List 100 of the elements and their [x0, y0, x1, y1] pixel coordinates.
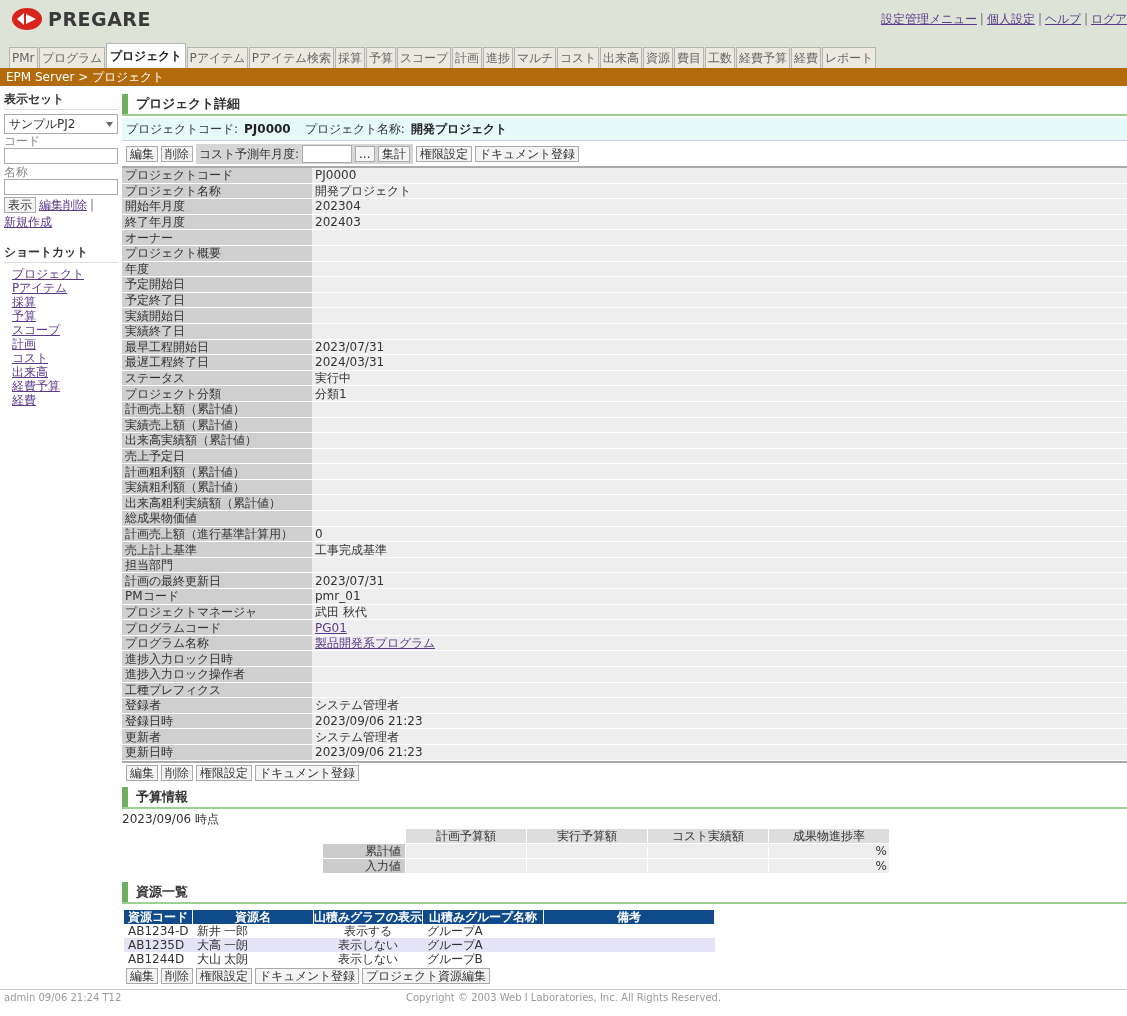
- action-button[interactable]: 削除: [161, 764, 193, 781]
- toolbar-button[interactable]: ドキュメント登録: [474, 146, 579, 162]
- field-value-cell: 分類1: [312, 386, 1127, 402]
- caret-icon: [106, 121, 113, 127]
- period-field[interactable]: [302, 145, 353, 163]
- column-header: 実行予算額: [527, 828, 647, 843]
- nav-tab[interactable]: プログラム: [38, 47, 105, 68]
- shortcut-link[interactable]: 採算: [12, 295, 36, 309]
- table-cell-text: AB1244D: [127, 951, 186, 966]
- shortcut-link[interactable]: 経費: [12, 393, 36, 407]
- logo-icon: [12, 8, 42, 30]
- table-cell-text: 大山 太朗: [195, 951, 250, 966]
- header-link[interactable]: 設定管理メニュー: [880, 12, 977, 26]
- nav-tab[interactable]: 計画: [452, 47, 483, 68]
- nav-tab[interactable]: プロジェクト: [105, 43, 186, 68]
- table-cell-text: 表示しない: [337, 951, 400, 966]
- table-cell: グループA: [422, 937, 544, 952]
- action-button[interactable]: プロジェクト資源編集: [362, 967, 490, 984]
- sidebar-heading: ショートカット: [4, 243, 118, 263]
- column-header: 備考: [543, 909, 715, 924]
- value-link[interactable]: PG01: [315, 620, 347, 635]
- field-value-cell: システム管理者: [312, 729, 1127, 745]
- value-link[interactable]: 製品開発系プログラム: [315, 636, 435, 651]
- field-name-cell: 実績開始日: [122, 308, 312, 324]
- field-name-cell: プロジェクト分類: [122, 386, 312, 402]
- shortcut-link[interactable]: 計画: [12, 337, 36, 351]
- nav-tab[interactable]: 資源: [643, 47, 674, 68]
- table-cell-text: 新井 一郎: [195, 923, 250, 938]
- info-label: プロジェクト名称:: [304, 122, 405, 136]
- field-name-cell: 計画の最終更新日: [122, 573, 312, 590]
- toolbar-button[interactable]: 削除: [161, 146, 193, 162]
- field-name-cell: オーナー: [122, 230, 312, 246]
- column-header: コスト実績額: [648, 828, 768, 843]
- sidebar-heading: 表示セット: [4, 90, 118, 110]
- field-name-cell: プロジェクトコード: [122, 168, 312, 184]
- nav-tab[interactable]: Pアイテム検索: [248, 47, 335, 68]
- action-button[interactable]: 削除: [161, 967, 193, 984]
- header-link[interactable]: 個人設定: [986, 12, 1035, 26]
- shortcut-link[interactable]: 予算: [12, 309, 36, 323]
- table-cell-text: AB1234-D: [127, 923, 190, 938]
- field-value-cell: pmr_01: [312, 589, 1127, 605]
- action-button[interactable]: 権限設定: [196, 967, 252, 984]
- nav-tab[interactable]: マルチ: [514, 47, 557, 68]
- action-button[interactable]: ドキュメント登録: [255, 764, 359, 781]
- shortcut-link[interactable]: コスト: [12, 351, 48, 365]
- action-button[interactable]: 権限設定: [196, 764, 252, 781]
- action-button[interactable]: 編集: [126, 764, 158, 781]
- picker-button[interactable]: ...: [355, 146, 375, 162]
- info-value: 開発プロジェクト: [410, 122, 507, 136]
- field-name-cell: 出来高実績額（累計値）: [122, 433, 312, 449]
- shortcut-link[interactable]: Pアイテム: [12, 281, 68, 295]
- nav-tab[interactable]: 費目: [674, 47, 705, 68]
- table-cell-text: グループA: [425, 923, 484, 938]
- field-name-cell: 出来高粗利実績額（累計値）: [122, 495, 312, 512]
- column-header: 成果物進捗率: [769, 828, 889, 843]
- nav-tab[interactable]: レポート: [822, 47, 877, 68]
- action-button[interactable]: ドキュメント登録: [255, 967, 359, 984]
- table-cell: 大高 一朗: [192, 937, 314, 952]
- status-text: admin 09/06 21:24 T12: [4, 991, 122, 1004]
- header-link[interactable]: ログア: [1091, 12, 1127, 26]
- header-link[interactable]: ヘルプ: [1044, 12, 1081, 26]
- nav-tab[interactable]: 予算: [366, 47, 397, 68]
- nav-tab[interactable]: コスト: [557, 47, 600, 68]
- nav-tab[interactable]: 採算: [335, 47, 366, 68]
- section-title: 資源一覧: [136, 884, 188, 899]
- nav-tab[interactable]: スコープ: [397, 47, 452, 68]
- toolbar-button[interactable]: 編集: [126, 146, 158, 162]
- display-set-select[interactable]: サンプルPJ2: [4, 114, 118, 134]
- field-name-cell: 予定開始日: [122, 277, 312, 293]
- nav-tab[interactable]: 出来高: [600, 47, 643, 68]
- section-marker: [122, 94, 128, 114]
- sidebar-link[interactable]: 編集削除: [39, 198, 87, 212]
- nav-tab[interactable]: 進捗: [483, 47, 514, 68]
- field-label: コード: [4, 135, 41, 148]
- field-name-cell: PMコード: [122, 589, 312, 605]
- name-field[interactable]: [4, 179, 118, 195]
- shortcut-link[interactable]: 出来高: [12, 365, 48, 379]
- field-name-cell: 売上計上基準: [122, 542, 312, 558]
- shortcut-link[interactable]: スコープ: [12, 323, 60, 337]
- section-marker: [122, 786, 128, 807]
- field-value-cell: 工事完成基準: [312, 542, 1127, 558]
- nav-tab[interactable]: PMr: [9, 47, 38, 68]
- table-cell-text: 表示する: [343, 923, 394, 938]
- column-header: 山積みグラフの表示: [313, 909, 423, 924]
- toolbar-button[interactable]: 集計: [377, 146, 410, 162]
- field-name-cell: 登録者: [122, 698, 312, 714]
- action-button[interactable]: 編集: [126, 967, 158, 984]
- code-field[interactable]: [4, 148, 118, 164]
- sidebar-link[interactable]: 新規作成: [4, 215, 52, 229]
- shortcut-link[interactable]: 経費予算: [12, 379, 60, 393]
- nav-tab[interactable]: Pアイテム: [186, 47, 248, 68]
- table-cell: 表示しない: [313, 937, 423, 952]
- shortcut-link[interactable]: プロジェクト: [12, 267, 84, 281]
- nav-tab[interactable]: 経費: [791, 47, 822, 68]
- row-header: 累計値: [323, 843, 405, 858]
- nav-tab[interactable]: 工数: [705, 47, 736, 68]
- toolbar-button[interactable]: 権限設定: [415, 146, 472, 162]
- nav-tab[interactable]: 経費予算: [736, 47, 791, 68]
- show-button[interactable]: 表示: [4, 197, 36, 213]
- field-name-cell: プログラムコード: [122, 620, 312, 636]
